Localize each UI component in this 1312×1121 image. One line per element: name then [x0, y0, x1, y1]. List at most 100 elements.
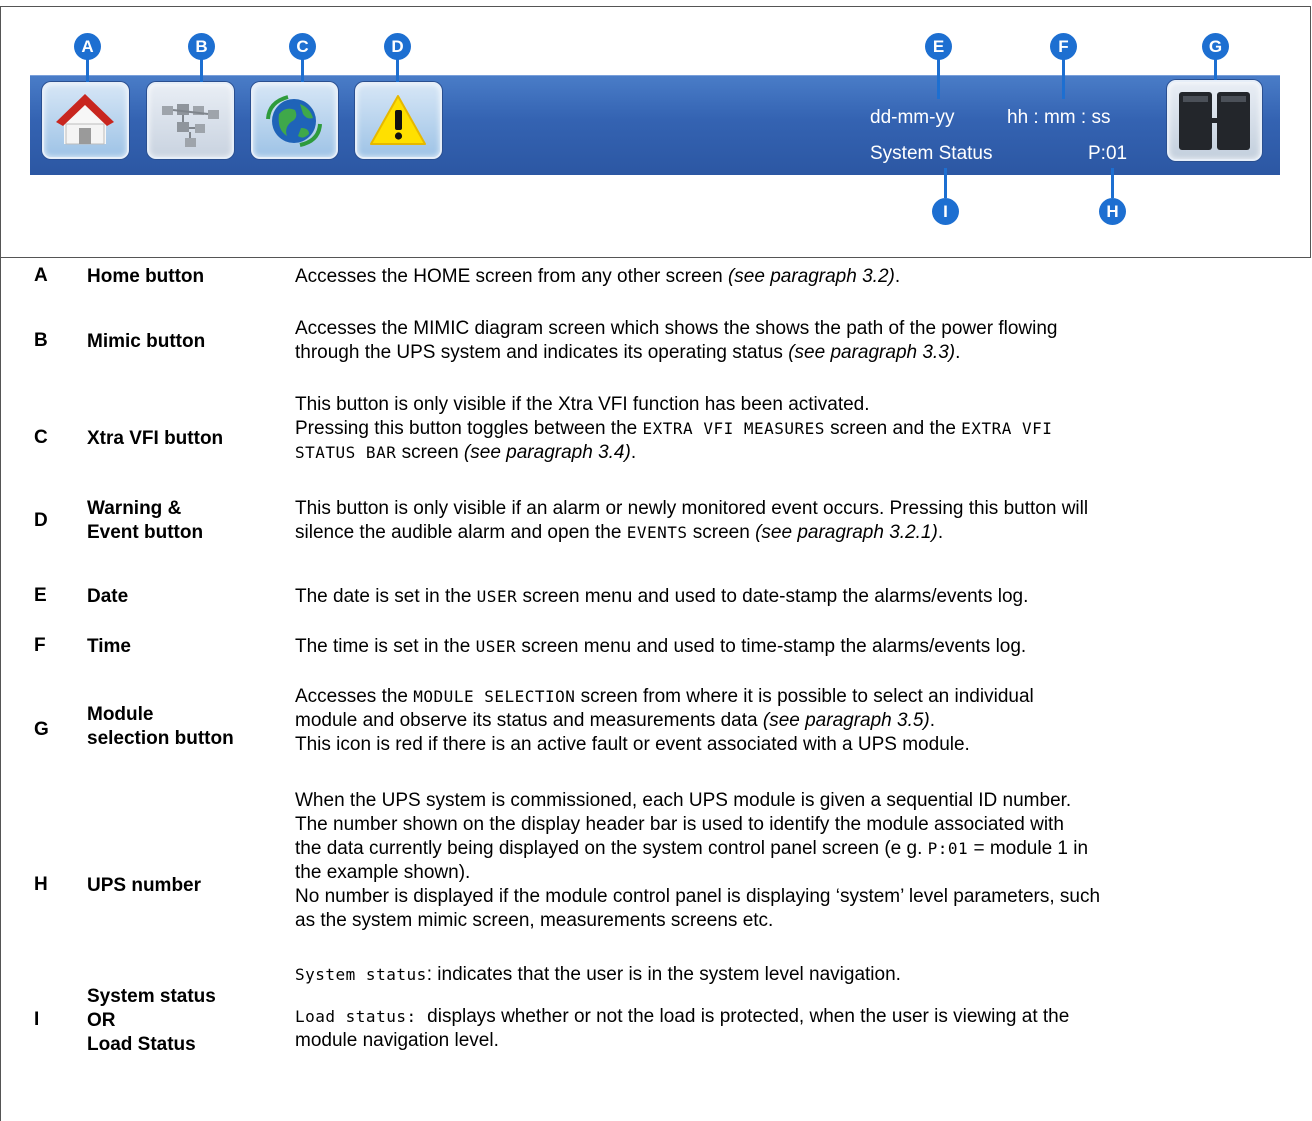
- row-letter: A: [34, 265, 48, 286]
- row-description: The time is set in the USER screen menu …: [295, 635, 1305, 659]
- module-selection-button[interactable]: [1167, 80, 1262, 161]
- desc-line: the example shown).: [295, 862, 471, 883]
- paragraph-reference: (see paragraph 3.2.1): [755, 522, 938, 543]
- desc-text: displays whether or not the load is prot…: [416, 1006, 1070, 1027]
- desc-text: The time is set in the: [295, 636, 476, 657]
- row-letter: F: [34, 635, 46, 656]
- paragraph-reference: (see paragraph 3.3): [788, 342, 956, 363]
- mimic-button[interactable]: [147, 82, 234, 159]
- desc-end: .: [955, 342, 961, 363]
- desc-text: screen: [396, 442, 464, 463]
- frame-right-border: [1310, 6, 1311, 258]
- desc-text: Pressing this button toggles between the: [295, 418, 643, 439]
- row-name: Mimic button: [87, 331, 206, 352]
- status-name: System status: [295, 965, 427, 984]
- paragraph-reference: (see paragraph 3.4): [463, 442, 631, 463]
- desc-end: .: [937, 522, 944, 543]
- row-name: Module selection button: [87, 703, 234, 751]
- name-line: Module: [87, 704, 154, 725]
- desc-line: as the system mimic screen, measurements…: [295, 910, 774, 931]
- row-description: When the UPS system is commissioned, eac…: [295, 789, 1305, 933]
- screen-name: USER: [476, 587, 518, 606]
- callout-marker-c: C: [289, 33, 316, 60]
- screen-name: EXTRA VFI: [961, 419, 1053, 438]
- desc-text: module and observe its status and measur…: [295, 710, 763, 731]
- row-description: This button is only visible if the Xtra …: [295, 393, 1305, 465]
- paragraph-reference: (see paragraph 3.5): [762, 710, 930, 731]
- module-selection-icon: [1179, 92, 1250, 150]
- callout-marker-b: B: [188, 33, 215, 60]
- ups-id-example: P:01: [927, 839, 969, 858]
- header-ups-number: P:01: [1088, 143, 1128, 164]
- desc-text: screen menu and used to date-stamp the a…: [517, 586, 1029, 607]
- callout-marker-h: H: [1099, 198, 1126, 225]
- header-time: hh : mm : ss: [1007, 107, 1111, 128]
- desc-text: the data currently being displayed on th…: [295, 838, 928, 859]
- row-description: The date is set in the USER screen menu …: [295, 585, 1305, 609]
- screen-name: MODULE SELECTION: [413, 687, 576, 706]
- warning-event-button[interactable]: [355, 82, 442, 159]
- frame-left-border: [0, 6, 1, 1121]
- row-description: Accesses the MODULE SELECTION screen fro…: [295, 685, 1305, 757]
- row-letter: I: [34, 1009, 40, 1030]
- name-line: Load Status: [87, 1034, 196, 1055]
- desc-line: module navigation level.: [295, 1030, 499, 1051]
- callout-marker-d: D: [384, 33, 411, 60]
- desc-line: When the UPS system is commissioned, eac…: [295, 790, 1072, 811]
- screen-name: STATUS BAR: [295, 443, 397, 462]
- desc-text: Accesses the: [295, 686, 414, 707]
- callout-marker-f: F: [1050, 33, 1077, 60]
- desc-text: : indicates that the user is in the syst…: [426, 964, 901, 985]
- header-system-status: System Status: [870, 143, 993, 164]
- desc-line: No number is displayed if the module con…: [295, 886, 1101, 907]
- frame-top-border: [0, 6, 1311, 7]
- globe-icon: [266, 95, 322, 147]
- row-name: Time: [87, 636, 132, 657]
- paragraph-reference: (see paragraph 3.2): [727, 266, 895, 287]
- row-description: Accesses the HOME screen from any other …: [295, 265, 1305, 289]
- desc-text: screen menu and used to time-stamp the a…: [516, 636, 1027, 657]
- name-line: Warning &: [87, 498, 182, 519]
- row-description: This button is only visible if an alarm …: [295, 497, 1305, 545]
- row-letter: C: [34, 427, 48, 448]
- home-icon: [56, 94, 114, 145]
- row-name: Date: [87, 586, 129, 607]
- row-letter: G: [34, 719, 49, 740]
- name-line: Event button: [87, 522, 204, 543]
- desc-text: = module 1 in: [968, 838, 1089, 859]
- xtra-vfi-button[interactable]: [251, 82, 338, 159]
- row-name: System status OR Load Status: [87, 985, 216, 1057]
- callout-marker-i: I: [932, 198, 959, 225]
- row-description: System status: indicates that the user i…: [295, 963, 1305, 1053]
- callout-marker-e: E: [925, 33, 952, 60]
- status-name: Load status:: [295, 1007, 417, 1026]
- desc-end: .: [630, 442, 637, 463]
- desc-end: .: [929, 710, 936, 731]
- row-name: UPS number: [87, 875, 202, 896]
- row-description: Accesses the MIMIC diagram screen which …: [295, 317, 1305, 365]
- callout-line-i: [944, 168, 947, 198]
- row-letter: B: [34, 330, 48, 351]
- desc-text: screen and the: [824, 418, 962, 439]
- desc-text: The date is set in the: [295, 586, 477, 607]
- home-button[interactable]: [42, 82, 129, 159]
- desc-text: silence the audible alarm and open the: [295, 522, 627, 543]
- row-letter: D: [34, 510, 48, 531]
- desc-line: The number shown on the display header b…: [295, 814, 1064, 835]
- desc-line: This icon is red if there is an active f…: [295, 734, 970, 755]
- desc-text: screen: [687, 522, 756, 543]
- desc-line: This button is only visible if the Xtra …: [295, 394, 870, 415]
- row-name: Warning & Event button: [87, 497, 203, 545]
- header-divider: [0, 257, 1311, 258]
- screen-name: EXTRA VFI MEASURES: [642, 419, 825, 438]
- row-name: Home button: [87, 266, 205, 287]
- callout-line-h: [1111, 168, 1114, 198]
- desc-text: Accesses the HOME screen from any other …: [295, 266, 728, 287]
- screen-name: EVENTS: [626, 523, 688, 542]
- row-name: Xtra VFI button: [87, 428, 224, 449]
- name-line: System status: [87, 986, 216, 1007]
- screen-name: USER: [475, 637, 517, 656]
- row-letter: H: [34, 874, 48, 895]
- mimic-diagram-icon: [162, 104, 219, 147]
- warning-icon: [370, 95, 426, 145]
